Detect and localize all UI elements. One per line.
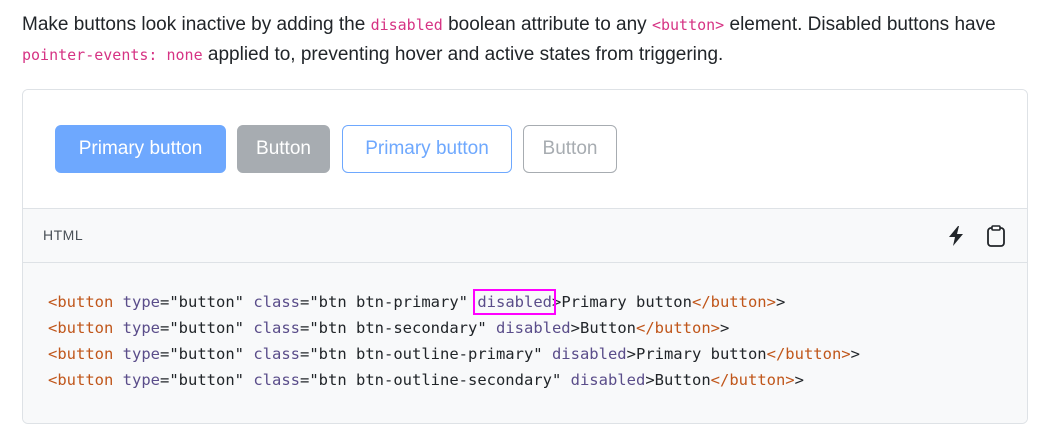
code-tag: <button: [48, 319, 114, 337]
intro-text: boolean attribute to any: [442, 14, 652, 35]
disabled-outline-primary-button: Primary button: [342, 125, 512, 173]
code-text: Button: [580, 319, 636, 337]
code-language-label: HTML: [43, 227, 84, 243]
code-text: Primary button: [635, 345, 767, 363]
code-tag-close: >: [645, 371, 655, 389]
code-tag-close: >: [720, 319, 730, 337]
code-tag-close: >: [850, 345, 860, 363]
button-preview: Primary button Button Primary button But…: [23, 90, 1027, 209]
code-value: "btn btn-secondary": [309, 319, 487, 337]
intro-text: applied to, preventing hover and active …: [202, 44, 724, 65]
code-value: "button": [169, 345, 244, 363]
code-header: HTML: [23, 209, 1027, 263]
inline-code-disabled: disabled: [370, 16, 443, 34]
code-attr: class: [244, 319, 300, 337]
code-tag-close: >: [794, 371, 804, 389]
code-text: Primary button: [561, 293, 692, 311]
code-eq: =: [300, 371, 310, 389]
highlighted-disabled-attr: disabled: [473, 289, 556, 315]
code-end-tag: </button>: [636, 319, 720, 337]
code-end-tag: </button>: [691, 293, 776, 311]
code-tag-close: >: [551, 293, 562, 311]
code-attr-disabled: disabled: [542, 345, 627, 363]
intro-text: element. Disabled buttons have: [724, 14, 996, 35]
code-tag: <button: [48, 293, 114, 311]
code-line: <button type="button" class="btn btn-pri…: [48, 289, 786, 315]
code-value: "button": [169, 293, 244, 311]
disabled-secondary-button: Button: [237, 125, 330, 173]
code-value: "btn btn-outline-primary": [309, 345, 543, 363]
code-tag-close: >: [626, 345, 636, 363]
code-block: <button type="button" class="btn btn-pri…: [23, 263, 1027, 423]
code-value: "button": [169, 319, 244, 337]
code-attr: class: [244, 345, 300, 363]
code-value: "btn btn-outline-secondary": [309, 371, 562, 389]
intro-paragraph: Make buttons look inactive by adding the…: [22, 10, 1022, 70]
code-eq: =: [160, 345, 170, 363]
code-tag-close: >: [570, 319, 580, 337]
code-line: <button type="button" class="btn btn-out…: [48, 371, 804, 389]
code-line: <button type="button" class="btn btn-out…: [48, 345, 860, 363]
code-attr: type: [113, 371, 160, 389]
lightning-icon[interactable]: [943, 223, 969, 249]
code-listing: <button type="button" class="btn btn-pri…: [48, 289, 860, 393]
code-eq: =: [160, 371, 170, 389]
disabled-outline-secondary-button: Button: [523, 125, 617, 173]
code-attr: class: [244, 293, 300, 311]
code-eq: =: [300, 293, 310, 311]
inline-code-button-tag: <button>: [651, 16, 725, 34]
code-value: "button": [169, 371, 244, 389]
intro-text: Make buttons look inactive by adding the: [22, 14, 371, 35]
inline-code-pointer-events: pointer-events: none: [22, 46, 203, 64]
code-eq: =: [160, 293, 170, 311]
code-tag-close: >: [775, 293, 786, 311]
code-eq: =: [160, 319, 170, 337]
code-eq: =: [300, 319, 310, 337]
example-card: Primary button Button Primary button But…: [22, 89, 1028, 424]
code-attr: type: [113, 345, 160, 363]
code-text: Button: [654, 371, 711, 389]
code-attr-disabled: disabled: [486, 319, 571, 337]
code-line: <button type="button" class="btn btn-sec…: [48, 319, 729, 337]
code-attr: type: [113, 319, 160, 337]
code-attr: class: [244, 371, 300, 389]
code-tag: <button: [48, 371, 114, 389]
code-attr: type: [113, 293, 160, 311]
disabled-primary-button: Primary button: [55, 125, 226, 173]
code-end-tag: </button>: [710, 371, 795, 389]
code-tag: <button: [48, 345, 114, 363]
code-end-tag: </button>: [766, 345, 851, 363]
code-attr-disabled: disabled: [561, 371, 646, 389]
code-eq: =: [300, 345, 310, 363]
code-value: "btn btn-primary": [309, 293, 468, 311]
clipboard-icon[interactable]: [983, 223, 1009, 249]
